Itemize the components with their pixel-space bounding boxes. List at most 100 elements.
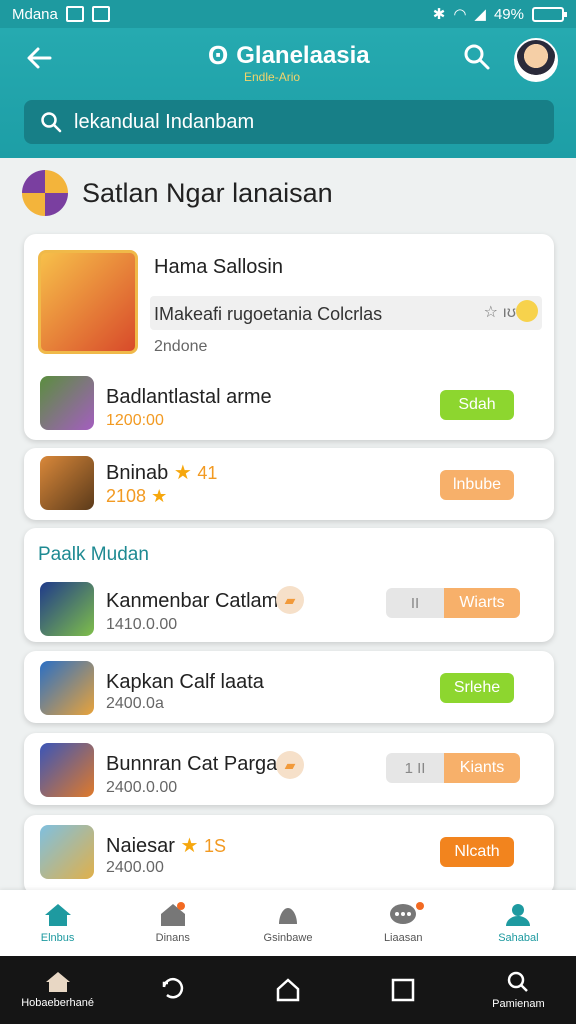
nav-label: Liaasan bbox=[383, 932, 423, 944]
action-button[interactable]: Sdah bbox=[440, 390, 514, 420]
search-icon bbox=[508, 971, 529, 992]
game-thumbnail[interactable] bbox=[40, 743, 94, 797]
nav-item-store[interactable]: Dinans bbox=[115, 890, 230, 956]
nav-item-profile[interactable]: Sahabal bbox=[461, 890, 576, 956]
system-home-button[interactable]: Hobaeberhané bbox=[0, 956, 115, 1024]
list-item-title-row: Bninab ★ 41 bbox=[106, 460, 217, 485]
list-item: Bunnran Cat Pargan ▰ 2400.0.00 1 II Kian… bbox=[24, 733, 554, 805]
home-icon bbox=[45, 972, 70, 992]
featured-description: IMakeafi rugoetania Colcrlas bbox=[154, 304, 383, 324]
list-item-title: Kanmenbar Catlam bbox=[106, 590, 279, 612]
list-item-sub: 1410.0.00 bbox=[106, 616, 178, 633]
profile-icon bbox=[506, 904, 531, 926]
system-nav: Hobaeberhané Pamienam bbox=[0, 956, 576, 1024]
list-item-sub: 2400.0a bbox=[106, 695, 164, 712]
notification-icon bbox=[91, 6, 110, 22]
rating-value: 41 bbox=[197, 463, 218, 483]
game-thumbnail[interactable] bbox=[38, 250, 138, 354]
game-thumbnail[interactable] bbox=[40, 456, 94, 510]
toggle-left: 1 II bbox=[386, 753, 444, 783]
section2-title: Paalk Mudan bbox=[38, 544, 149, 565]
list-item: Naiesar ★ 1S 2400.00 Nlcath bbox=[24, 815, 554, 895]
list-item-sub: 2108 bbox=[106, 486, 147, 506]
system-house-button[interactable] bbox=[230, 956, 345, 1024]
system-search-button[interactable]: Pamienam bbox=[461, 956, 576, 1024]
search-icon[interactable] bbox=[462, 42, 492, 72]
category-icon bbox=[22, 170, 68, 216]
system-home-label: Hobaeberhané bbox=[21, 997, 94, 1009]
chat-icon bbox=[390, 904, 417, 924]
toggle-right: Kiants bbox=[444, 753, 520, 783]
nav-label: Sahabal bbox=[498, 932, 539, 944]
toggle-left: II bbox=[386, 588, 444, 618]
nav-item-chat[interactable]: Liaasan bbox=[346, 890, 461, 956]
nav-label: Dinans bbox=[155, 932, 190, 944]
back-arrow-icon[interactable] bbox=[22, 40, 58, 76]
list-item-sub: 2400.00 bbox=[106, 859, 164, 876]
action-toggle[interactable]: 1 II Kiants bbox=[386, 753, 520, 783]
list-item-title: Bunnran Cat Pargan bbox=[106, 753, 289, 775]
nav-label: Elnbus bbox=[40, 932, 75, 944]
featured-title: Hama Sallosin bbox=[154, 256, 283, 278]
battery-icon bbox=[532, 6, 567, 22]
smiley-icon bbox=[516, 300, 538, 322]
list-item-title: Bninab bbox=[106, 462, 169, 484]
nav-item-games[interactable]: Gsinbawe bbox=[230, 890, 345, 956]
game-thumbnail[interactable] bbox=[40, 582, 94, 636]
list-item-title: Kapkan Calf laata bbox=[106, 671, 264, 693]
system-recents-button[interactable] bbox=[346, 956, 461, 1024]
list-item-title-row: Naiesar ★ 1S bbox=[106, 833, 226, 858]
ticket-icon: ▰ bbox=[276, 586, 304, 614]
section-card: Paalk Mudan Kanmenbar Catlam ▰ 1410.0.00… bbox=[24, 528, 554, 642]
action-button[interactable]: Nlcath bbox=[440, 837, 514, 867]
section-title: Satlan Ngar lanaisan bbox=[82, 177, 333, 208]
system-search-label: Pamienam bbox=[492, 998, 545, 1010]
house-outline-icon bbox=[276, 978, 300, 1002]
system-back-button[interactable] bbox=[115, 956, 230, 1024]
star-icon: ★ bbox=[180, 835, 199, 857]
search-icon bbox=[41, 112, 62, 133]
list-item-title: Badlantlastal arme bbox=[106, 386, 272, 408]
app-subtitle: Endle-Ario bbox=[244, 70, 301, 84]
ticket-icon: ▰ bbox=[276, 751, 304, 779]
game-thumbnail[interactable] bbox=[40, 825, 94, 879]
toggle-right: Wiarts bbox=[444, 588, 520, 618]
square-icon bbox=[391, 978, 415, 1002]
section-header: Satlan Ngar lanaisan bbox=[22, 170, 333, 216]
featured-card: Hama Sallosin IMakeafi rugoetania Colcrl… bbox=[24, 234, 554, 440]
action-button[interactable]: Srlehe bbox=[440, 673, 514, 703]
nav-item-home[interactable]: Elnbus bbox=[0, 890, 115, 956]
game-thumbnail[interactable] bbox=[40, 376, 94, 430]
featured-rating: ☆ ıʊ bbox=[483, 304, 516, 321]
list-item: Kapkan Calf laata 2400.0a Srlehe bbox=[24, 651, 554, 723]
notification-dot bbox=[415, 902, 424, 910]
search-input[interactable]: lekandual Indanbam bbox=[24, 100, 554, 144]
wifi-icon: ◠ bbox=[453, 6, 467, 23]
home-icon bbox=[44, 904, 71, 926]
game-thumbnail[interactable] bbox=[40, 661, 94, 715]
star-icon: ★ bbox=[151, 486, 168, 506]
app-title: Glanelaasia bbox=[236, 41, 370, 69]
app-bar: ʘ Glanelaasia Endle-Ario lekandual Indan… bbox=[0, 28, 576, 158]
list-item-sub-row: 2108 ★ bbox=[106, 486, 167, 507]
avatar[interactable] bbox=[514, 38, 558, 82]
featured-description-box: IMakeafi rugoetania Colcrlas ☆ ıʊ bbox=[150, 296, 542, 330]
action-button[interactable]: lnbube bbox=[440, 470, 514, 500]
rating-value: 1S bbox=[203, 836, 227, 856]
list-item-title: Naiesar bbox=[106, 835, 175, 857]
list-item-sub: 1200:00 bbox=[106, 412, 164, 429]
nav-label: Gsinbawe bbox=[263, 932, 313, 944]
carrier-label: Mdana bbox=[12, 5, 58, 23]
signal-icon: ◢ bbox=[474, 6, 486, 23]
game-icon bbox=[279, 908, 297, 924]
action-toggle[interactable]: II Wiarts bbox=[386, 588, 520, 618]
list-item-sub: 2400.0.00 bbox=[106, 779, 178, 796]
featured-meta: 2ndone bbox=[154, 338, 208, 355]
search-placeholder: lekandual Indanbam bbox=[74, 110, 255, 133]
back-icon bbox=[162, 978, 183, 999]
bluetooth-icon: ✱ bbox=[432, 6, 446, 23]
battery-percent: 49% bbox=[493, 5, 524, 23]
notification-icon bbox=[65, 6, 84, 22]
list-item: Bninab ★ 41 2108 ★ lnbube bbox=[24, 448, 554, 520]
bottom-nav: Elnbus Dinans Gsinbawe Liaasan Sahabal bbox=[0, 890, 576, 956]
